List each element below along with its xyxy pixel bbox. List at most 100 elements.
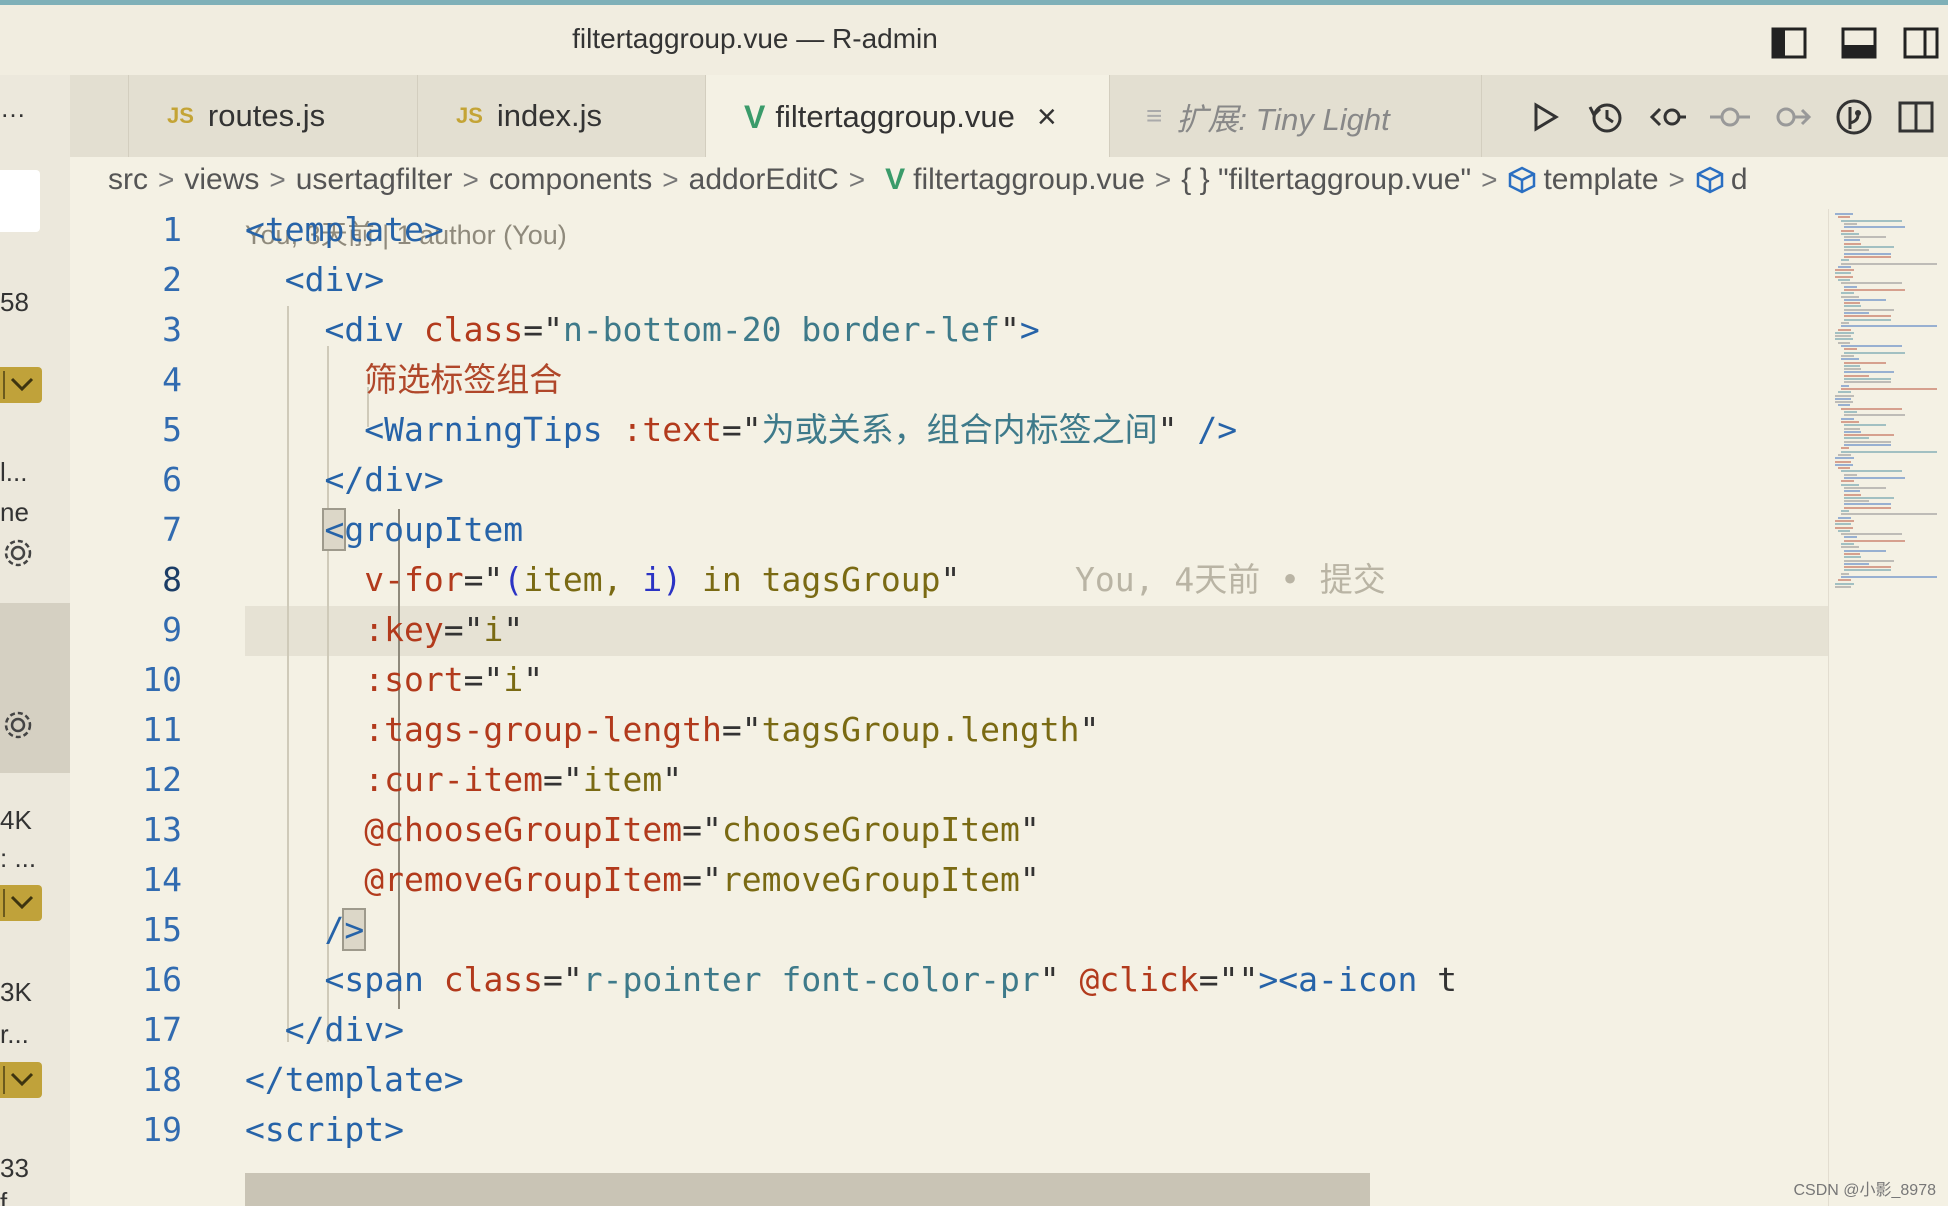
code-line-current[interactable]: v-for="(item, i) in tagsGroup" xyxy=(245,555,960,605)
minimap-line xyxy=(1835,269,1855,272)
breadcrumb-item[interactable]: usertagfilter xyxy=(296,163,453,197)
go-forward-icon[interactable] xyxy=(1770,95,1814,139)
tab-index-js[interactable]: JS index.js xyxy=(418,75,706,157)
code-line[interactable]: @chooseGroupItem="chooseGroupItem" xyxy=(245,805,1040,855)
js-file-icon: JS xyxy=(167,103,194,128)
sidebar-dropdown-button[interactable] xyxy=(0,885,42,921)
breadcrumb-item[interactable]: components xyxy=(489,163,652,197)
line-number: 15 xyxy=(142,910,182,949)
sidebar-input-box[interactable] xyxy=(0,170,40,232)
minimap-line xyxy=(1844,312,1870,314)
tab-label: 扩展: Tiny Light xyxy=(1176,101,1390,137)
breadcrumb-item[interactable]: filtertaggroup.vue xyxy=(913,163,1145,197)
minimap-line xyxy=(1841,470,1903,473)
code-line[interactable]: </div> xyxy=(245,455,443,505)
minimap-line xyxy=(1835,582,1855,585)
minimap-line xyxy=(1841,483,1859,486)
code-line[interactable]: <template> xyxy=(245,209,444,255)
code-line[interactable]: :sort="i" xyxy=(245,655,543,705)
git-blame-annotation: You, 4天前 • 提交 xyxy=(1075,560,1386,599)
minimap-line xyxy=(1841,510,1850,512)
minimap-line xyxy=(1841,358,1859,361)
minimap-line xyxy=(1844,285,1858,288)
close-tab-icon[interactable]: × xyxy=(1037,98,1057,137)
minimap-line xyxy=(1838,529,1850,532)
minimap-line xyxy=(1838,328,1852,331)
line-number: 18 xyxy=(142,1060,182,1099)
minimap-line xyxy=(1844,556,1861,559)
sidebar-dropdown-button[interactable] xyxy=(0,1062,42,1098)
minimap-line xyxy=(1841,259,1850,262)
minimap-line xyxy=(1844,381,1891,384)
breadcrumb-item[interactable]: template xyxy=(1543,163,1658,197)
minimap-line xyxy=(1844,305,1861,308)
code-line[interactable]: :cur-item="item" xyxy=(245,755,682,805)
code-line[interactable]: :tags-group-length="tagsGroup.length" xyxy=(245,705,1099,755)
minimap-line xyxy=(1835,397,1851,400)
gear-icon[interactable] xyxy=(0,707,36,743)
sidebar-selected-item[interactable] xyxy=(0,603,70,773)
minimap-line xyxy=(1841,295,1859,298)
breadcrumb-item[interactable]: addorEditC xyxy=(689,163,839,197)
code-line[interactable]: <script> xyxy=(245,1105,404,1155)
line-number: 12 xyxy=(142,760,182,799)
minimap[interactable] xyxy=(1828,209,1948,1206)
minimap-line xyxy=(1844,236,1886,239)
code-line[interactable]: 筛选标签组合 xyxy=(245,355,562,405)
tab-routes-js[interactable]: JS routes.js xyxy=(128,75,418,157)
cube-icon xyxy=(1507,165,1537,195)
split-editor-icon[interactable] xyxy=(1894,95,1938,139)
git-graph-icon[interactable] xyxy=(1832,95,1876,139)
timeline-icon[interactable] xyxy=(1584,95,1628,139)
minimap-line xyxy=(1841,450,1937,453)
code-editor[interactable]: You, 3天前 | 1 author (You) 1 2 3 4 5 6 7 … xyxy=(70,209,1828,1206)
minimap-line xyxy=(1838,279,1850,281)
breadcrumb-item[interactable]: src xyxy=(108,163,148,197)
cube-icon xyxy=(1695,165,1725,195)
minimap-line xyxy=(1844,255,1891,258)
run-icon[interactable] xyxy=(1522,95,1566,139)
sidebar-text: 4K xyxy=(0,805,32,835)
more-actions-icon[interactable]: … xyxy=(0,93,26,124)
minimap-line xyxy=(1841,282,1903,285)
breadcrumb-item[interactable]: d xyxy=(1731,163,1748,197)
code-line[interactable]: <groupItem xyxy=(245,505,523,555)
minimap-line xyxy=(1835,213,1853,215)
code-line[interactable]: :key="i" xyxy=(245,605,523,655)
code-line[interactable]: </template> xyxy=(245,1055,464,1105)
tab-filtertaggroup-vue[interactable]: V filtertaggroup.vue × xyxy=(706,75,1110,159)
minimap-line xyxy=(1844,490,1860,493)
breadcrumb-item[interactable]: { } "filtertaggroup.vue" xyxy=(1181,163,1471,197)
minimap-line xyxy=(1844,411,1858,413)
horizontal-scrollbar-thumb[interactable] xyxy=(245,1173,1370,1206)
minimap-line xyxy=(1844,239,1860,242)
code-line[interactable]: <span class="r-pointer font-color-pr" @c… xyxy=(245,955,1457,1005)
line-number: 13 xyxy=(142,810,182,849)
toggle-panel-icon[interactable] xyxy=(1840,23,1878,63)
minimap-line xyxy=(1835,585,1851,588)
commit-icon[interactable] xyxy=(1708,95,1752,139)
sidebar-dropdown-button[interactable] xyxy=(0,367,42,403)
breadcrumb-separator: > xyxy=(1668,164,1685,195)
minimap-line xyxy=(1844,569,1891,572)
code-line[interactable]: <div> xyxy=(245,255,384,305)
breadcrumb-item[interactable]: views xyxy=(184,163,259,197)
minimap-line xyxy=(1844,424,1886,427)
gear-icon[interactable] xyxy=(0,535,36,571)
minimap-line xyxy=(1835,338,1853,341)
minimap-line xyxy=(1835,275,1853,278)
go-back-icon[interactable] xyxy=(1646,95,1690,139)
toggle-secondary-sidebar-icon[interactable] xyxy=(1902,23,1940,63)
minimap-line xyxy=(1844,493,1861,496)
minimap-line xyxy=(1844,539,1906,542)
toggle-primary-sidebar-icon[interactable] xyxy=(1770,23,1808,63)
tab-extension-tiny-light[interactable]: ≡ 扩展: Tiny Light xyxy=(1110,75,1482,157)
code-line[interactable]: @removeGroupItem="removeGroupItem" xyxy=(245,855,1040,905)
js-file-icon: JS xyxy=(456,103,483,128)
code-line[interactable]: </div> xyxy=(245,1005,404,1055)
code-line[interactable]: <WarningTips :text="为或关系，组合内标签之间" /> xyxy=(245,405,1237,455)
code-line[interactable]: /> xyxy=(245,905,367,955)
code-line[interactable]: <div class="n-bottom-20 border-lef"> xyxy=(245,305,1039,355)
minimap-line xyxy=(1838,579,1852,582)
sidebar-text: : ... xyxy=(0,843,37,873)
